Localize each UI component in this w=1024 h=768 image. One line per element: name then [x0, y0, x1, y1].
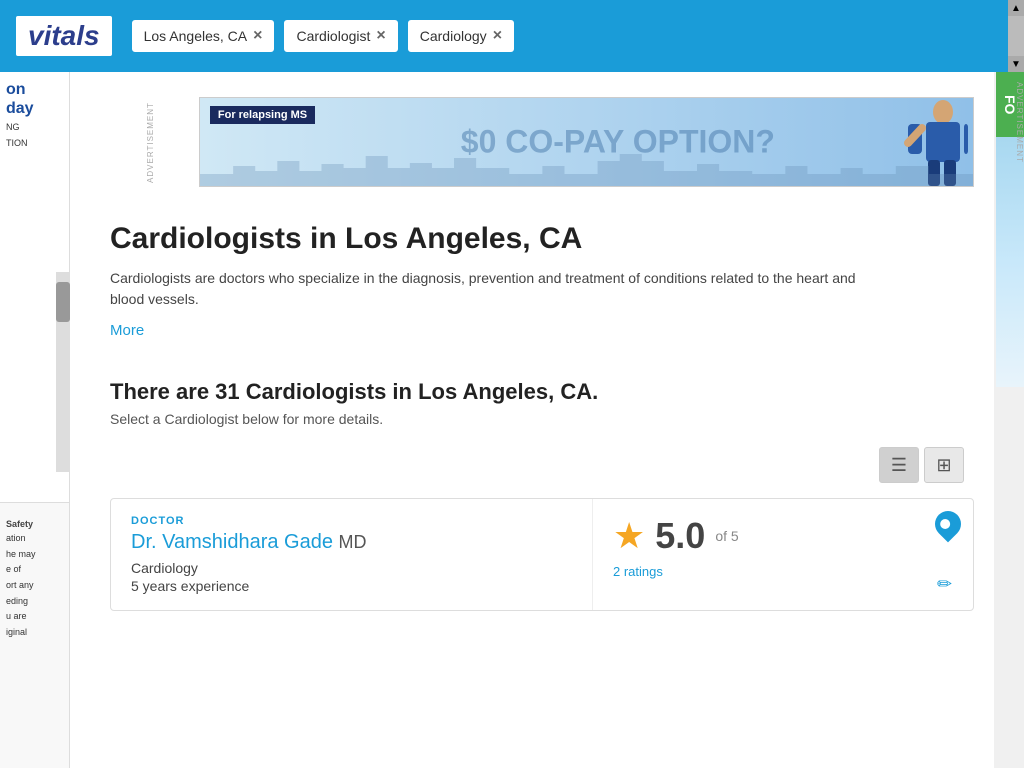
filter-location-tag[interactable]: Los Angeles, CA ×: [132, 20, 275, 52]
doctor-name-text: Dr. Vamshidhara Gade: [131, 531, 333, 553]
page-title: Cardiologists in Los Angeles, CA: [110, 222, 974, 256]
count-section: There are 31 Cardiologists in Los Angele…: [110, 379, 974, 427]
doctor-info: DOCTOR Dr. Vamshidhara Gade MD Cardiolog…: [111, 499, 593, 610]
left-info-5: u are: [6, 611, 63, 623]
count-subtitle: Select a Cardiologist below for more det…: [110, 411, 974, 427]
rating-of: of 5: [715, 528, 738, 544]
left-safety-line2: ation: [6, 533, 63, 545]
filter-specialty-label: Cardiologist: [296, 28, 370, 44]
right-advert-label: ADVERTISEMENT: [1015, 82, 1024, 232]
ad-section: ADVERTISEMENT For relapsing MS $0 CO-PAY…: [110, 92, 974, 192]
star-icon: ★: [613, 515, 645, 557]
filter-specialty-close[interactable]: ×: [376, 28, 385, 44]
filter-location-label: Los Angeles, CA: [144, 28, 248, 44]
left-sidebar-line1: NG: [6, 122, 63, 134]
left-info-3: ort any: [6, 580, 63, 592]
left-sidebar-blue-text: onday: [6, 80, 63, 118]
doctor-label: DOCTOR: [131, 515, 572, 527]
logo: vitals: [28, 20, 100, 51]
header-scrollbar[interactable]: ▲ ▼: [1008, 0, 1024, 72]
view-toggle: ☰ ⊞: [110, 447, 964, 483]
filter-condition-label: Cardiology: [420, 28, 487, 44]
left-info-1: he may: [6, 549, 63, 561]
left-info-2: e of: [6, 564, 63, 576]
grid-view-icon: ⊞: [936, 455, 951, 476]
doctor-card: DOCTOR Dr. Vamshidhara Gade MD Cardiolog…: [110, 498, 974, 611]
scrollbar-up[interactable]: ▲: [1008, 0, 1024, 16]
right-advertisement-text: ADVERTISEMENT: [1015, 82, 1024, 163]
rating-number: 5.0: [655, 515, 705, 557]
logo-area: vitals: [16, 16, 112, 56]
header: vitals Los Angeles, CA × Cardiologist × …: [0, 0, 1024, 72]
ad-city-svg: [200, 146, 973, 186]
count-title: There are 31 Cardiologists in Los Angele…: [110, 379, 974, 405]
filter-specialty-tag[interactable]: Cardiologist ×: [284, 20, 397, 52]
doctor-specialty: Cardiology: [131, 560, 572, 576]
page-description: Cardiologists are doctors who specialize…: [110, 268, 890, 310]
edit-icon[interactable]: ✏: [937, 574, 961, 598]
list-view-button[interactable]: ☰: [879, 447, 919, 483]
left-sidebar-scroll[interactable]: [56, 272, 70, 472]
rating-count: 2 ratings: [613, 564, 953, 579]
list-view-icon: ☰: [891, 455, 907, 476]
filter-condition-tag[interactable]: Cardiology ×: [408, 20, 514, 52]
doctor-name: Dr. Vamshidhara Gade MD: [131, 531, 572, 554]
left-info-6: iginal: [6, 627, 63, 639]
rating-top: ★ 5.0 of 5: [613, 515, 953, 557]
left-info-4: eding: [6, 596, 63, 608]
left-sidebar-line2: TION: [6, 138, 63, 150]
heading-section: Cardiologists in Los Angeles, CA Cardiol…: [110, 212, 974, 379]
filter-location-close[interactable]: ×: [253, 28, 262, 44]
more-link[interactable]: More: [110, 322, 144, 339]
filter-condition-close[interactable]: ×: [493, 28, 502, 44]
rating-section: ★ 5.0 of 5 2 ratings ✏: [593, 499, 973, 610]
left-panel-lower: Safety ation he may e of ort any eding u…: [0, 502, 70, 768]
scrollbar-down[interactable]: ▼: [1008, 56, 1024, 72]
right-edge: FO ADVERTISEMENT: [996, 72, 1024, 768]
left-panel: onday NG TION Safety ation he may e of o…: [0, 72, 70, 768]
ad-ms-badge: For relapsing MS: [210, 106, 315, 124]
doctor-suffix: MD: [339, 532, 367, 552]
left-panel-upper: onday NG TION: [0, 72, 70, 502]
doctor-experience: 5 years experience: [131, 578, 572, 594]
grid-view-button[interactable]: ⊞: [924, 447, 964, 483]
left-safety-label: Safety: [6, 519, 63, 529]
page-content: ADVERTISEMENT For relapsing MS $0 CO-PAY…: [70, 72, 994, 768]
advertisement-label: ADVERTISEMENT: [146, 102, 155, 183]
ad-banner-box[interactable]: For relapsing MS $0 CO-PAY OPTION?: [199, 97, 974, 187]
